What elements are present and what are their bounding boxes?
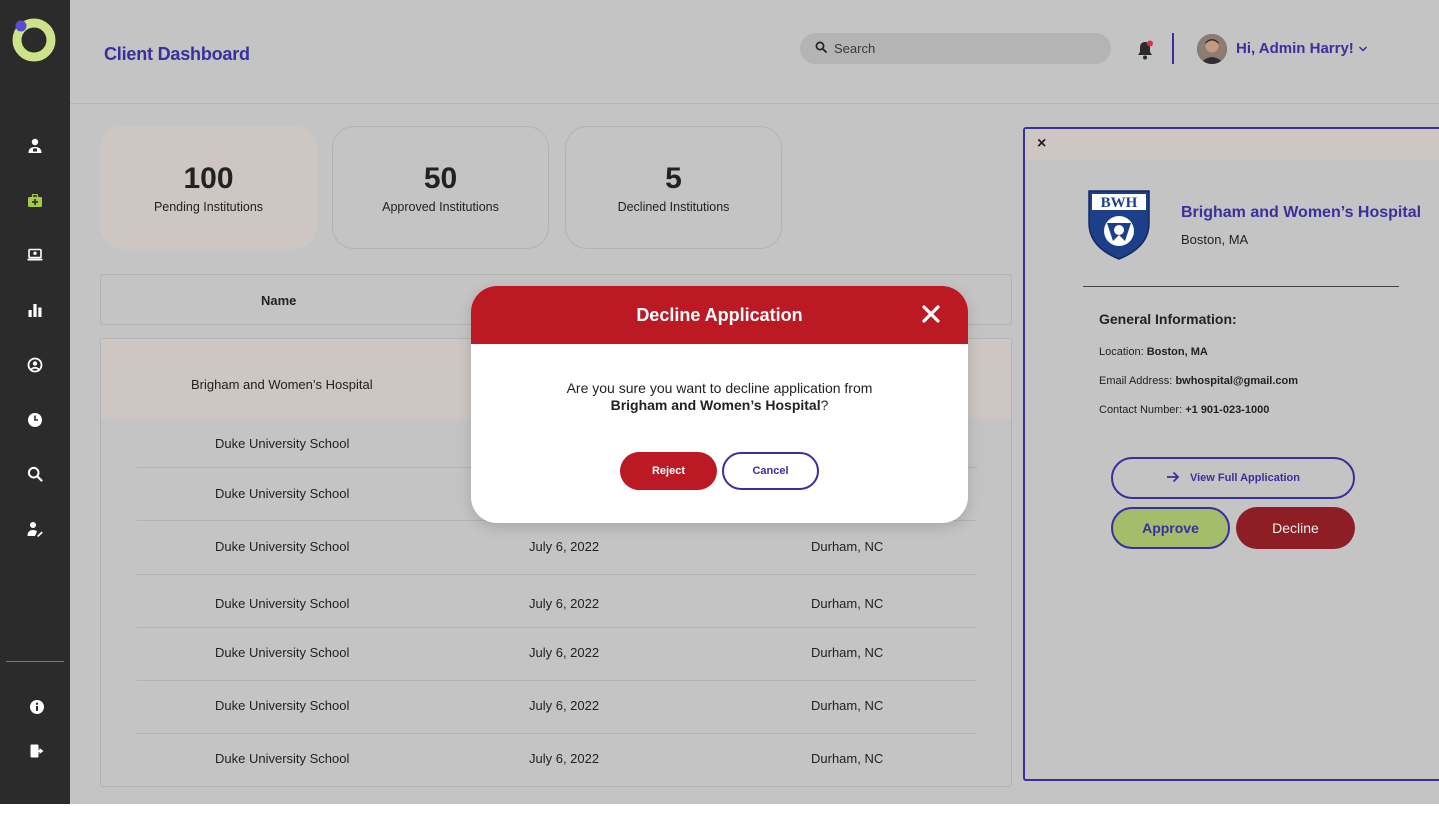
cell-location: Durham, NC xyxy=(811,539,884,554)
cell-date: July 6, 2022 xyxy=(529,698,600,713)
panel-divider xyxy=(1083,286,1399,287)
briefcase-medical-icon[interactable] xyxy=(23,189,47,213)
cell-location: Durham, NC xyxy=(811,596,884,611)
user-menu[interactable]: Hi, Admin Harry! xyxy=(1236,40,1368,57)
institution-detail-panel: × BWH Brigham and Women’s Hospital Bosto… xyxy=(1023,127,1439,781)
info-location-value: Boston, MA xyxy=(1146,346,1208,358)
cell-name: Duke University School xyxy=(215,486,350,501)
stat-label: Approved Institutions xyxy=(382,199,499,214)
modal-target-name: Brigham and Women’s Hospital xyxy=(610,397,821,413)
greeting-text: Hi, Admin Harry! xyxy=(1236,40,1354,57)
modal-message-suffix: ? xyxy=(820,397,829,413)
info-icon[interactable] xyxy=(25,695,49,719)
cancel-button[interactable]: Cancel xyxy=(722,452,819,490)
info-location: Location: Boston, MA xyxy=(1099,346,1208,358)
app-logo[interactable] xyxy=(11,17,57,63)
hospital-location: Boston, MA xyxy=(1181,232,1249,247)
user-upload-icon[interactable] xyxy=(23,134,47,158)
stat-value: 5 xyxy=(665,161,682,195)
cell-name: Duke University School xyxy=(215,698,350,713)
stat-label: Pending Institutions xyxy=(153,199,264,214)
cell-date: July 6, 2022 xyxy=(529,539,600,554)
info-email-value: bwhospital@gmail.com xyxy=(1175,375,1299,387)
approve-button[interactable]: Approve xyxy=(1111,507,1230,549)
cell-name: Duke University School xyxy=(215,751,350,766)
cell-name: Duke University School xyxy=(215,436,350,451)
monitor-icon[interactable] xyxy=(23,243,47,267)
bar-chart-icon[interactable] xyxy=(23,298,47,322)
view-full-application-button[interactable]: View Full Application xyxy=(1111,457,1355,499)
general-info-title: General Information: xyxy=(1099,311,1237,327)
clock-icon[interactable] xyxy=(23,408,47,432)
modal-title: Decline Application xyxy=(636,304,803,325)
cell-date: July 6, 2022 xyxy=(529,751,600,766)
reject-button[interactable]: Reject xyxy=(620,452,717,490)
user-edit-icon[interactable] xyxy=(23,517,47,541)
info-contact-label: Contact Number: xyxy=(1099,404,1183,416)
panel-close-icon[interactable]: × xyxy=(1037,135,1046,153)
row-divider xyxy=(137,733,977,734)
stat-value: 50 xyxy=(423,161,458,195)
stat-label: Declined Institutions xyxy=(617,199,730,214)
info-location-label: Location: xyxy=(1099,346,1144,358)
decline-button[interactable]: Decline xyxy=(1236,507,1355,549)
page-title: Client Dashboard xyxy=(104,44,250,64)
column-header-name[interactable]: Name xyxy=(261,293,296,308)
decline-application-modal: Decline Application Are you sure you wan… xyxy=(471,286,968,523)
modal-message: Are you sure you want to decline applica… xyxy=(471,380,968,414)
user-circle-icon[interactable] xyxy=(23,353,47,377)
chevron-down-icon xyxy=(1358,40,1368,57)
search-bar[interactable] xyxy=(800,33,1111,64)
info-email-label: Email Address: xyxy=(1099,375,1173,387)
sidebar xyxy=(0,0,70,804)
bottom-strip xyxy=(0,804,1439,822)
search-icon xyxy=(815,40,827,58)
search-icon[interactable] xyxy=(23,462,47,486)
notification-bell-icon[interactable] xyxy=(1136,40,1154,60)
modal-header: Decline Application xyxy=(471,286,968,344)
row-divider xyxy=(137,680,977,681)
stat-card-declined[interactable]: 5 Declined Institutions xyxy=(565,126,782,249)
header: Client Dashboard Hi, Admin Harry! xyxy=(70,0,1439,104)
cell-date: July 6, 2022 xyxy=(529,645,600,660)
panel-top-bar: × xyxy=(1025,129,1439,160)
stat-value: 100 xyxy=(183,161,234,195)
cell-name: Duke University School xyxy=(215,645,350,660)
search-input[interactable] xyxy=(834,41,1084,56)
row-divider xyxy=(137,627,977,628)
info-email: Email Address: bwhospital@gmail.com xyxy=(1099,375,1298,387)
cell-name: Duke University School xyxy=(215,596,350,611)
app-root: Client Dashboard Hi, Admin Harry! xyxy=(0,0,1439,822)
info-contact-value: +1 901-023-1000 xyxy=(1185,404,1270,416)
modal-message-text: Are you sure you want to decline applica… xyxy=(566,380,873,396)
arrow-right-icon xyxy=(1166,471,1180,486)
row-divider xyxy=(137,574,977,575)
cell-name: Brigham and Women’s Hospital xyxy=(191,377,373,392)
hospital-name: Brigham and Women’s Hospital xyxy=(1181,204,1422,221)
cell-location: Durham, NC xyxy=(811,698,884,713)
modal-close-icon[interactable] xyxy=(920,303,942,325)
cell-date: July 6, 2022 xyxy=(529,596,600,611)
stat-card-approved[interactable]: 50 Approved Institutions xyxy=(332,126,549,249)
cell-location: Durham, NC xyxy=(811,645,884,660)
cell-location: Durham, NC xyxy=(811,751,884,766)
hospital-logo-text: BWH xyxy=(1101,195,1138,211)
view-full-application-label: View Full Application xyxy=(1189,472,1300,484)
logout-icon[interactable] xyxy=(25,739,49,763)
header-divider xyxy=(1172,33,1174,64)
stat-card-pending[interactable]: 100 Pending Institutions xyxy=(100,126,317,249)
sidebar-divider xyxy=(6,661,64,662)
info-contact: Contact Number: +1 901-023-1000 xyxy=(1099,404,1269,416)
avatar[interactable] xyxy=(1197,34,1227,64)
hospital-logo: BWH xyxy=(1088,190,1150,260)
cell-name: Duke University School xyxy=(215,539,350,554)
